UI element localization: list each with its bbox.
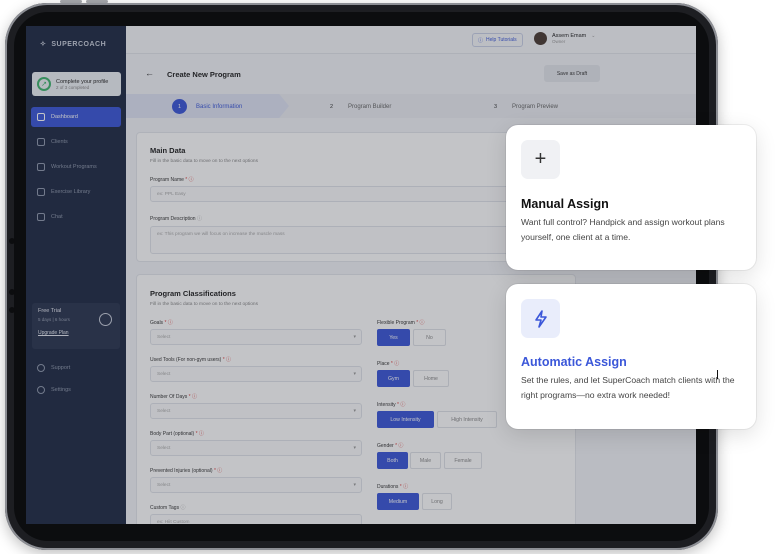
sensor-dot-2 — [9, 307, 15, 313]
automatic-assign-card[interactable]: Automatic Assign Set the rules, and let … — [506, 284, 756, 429]
modal-dim-overlay — [26, 26, 696, 524]
manual-assign-title: Manual Assign — [521, 197, 609, 211]
manual-assign-card[interactable]: + Manual Assign Want full control? Handp… — [506, 125, 756, 270]
automatic-assign-title: Automatic Assign — [521, 355, 627, 369]
stage: ✧ SUPERCOACH ↗ Complete your profile 2 o… — [0, 0, 780, 554]
sensor-dot — [9, 289, 15, 295]
plus-icon: + — [521, 140, 560, 179]
app-screen: ✧ SUPERCOACH ↗ Complete your profile 2 o… — [26, 26, 696, 524]
camera-dot — [9, 238, 15, 244]
manual-assign-description: Want full control? Handpick and assign w… — [521, 217, 725, 242]
automatic-assign-description: Set the rules, and let SuperCoach match … — [521, 375, 735, 400]
lightning-icon — [521, 299, 560, 338]
text-cursor — [717, 370, 718, 379]
